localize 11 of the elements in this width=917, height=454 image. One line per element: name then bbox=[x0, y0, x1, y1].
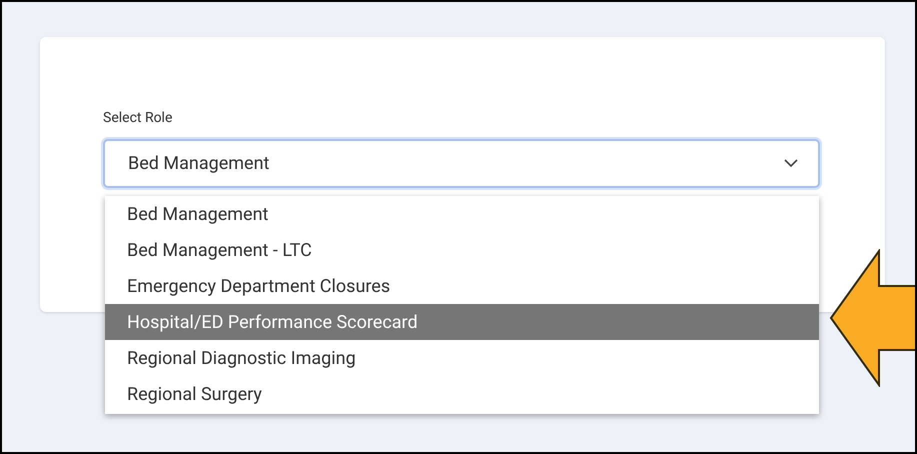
role-select[interactable]: Bed Management bbox=[103, 139, 820, 188]
dropdown-option[interactable]: Regional Surgery bbox=[105, 376, 819, 412]
dropdown-option[interactable]: Bed Management bbox=[105, 196, 819, 232]
dropdown-option[interactable]: Bed Management - LTC bbox=[105, 232, 819, 268]
select-value: Bed Management bbox=[128, 152, 270, 176]
dropdown-option[interactable]: Emergency Department Closures bbox=[105, 268, 819, 304]
field-label: Select Role bbox=[103, 109, 174, 127]
arrow-icon bbox=[829, 249, 915, 387]
dropdown-option[interactable]: Regional Diagnostic Imaging bbox=[105, 340, 819, 376]
chevron-down-icon bbox=[784, 159, 798, 168]
dropdown-option[interactable]: Hospital/ED Performance Scorecard bbox=[105, 304, 819, 340]
